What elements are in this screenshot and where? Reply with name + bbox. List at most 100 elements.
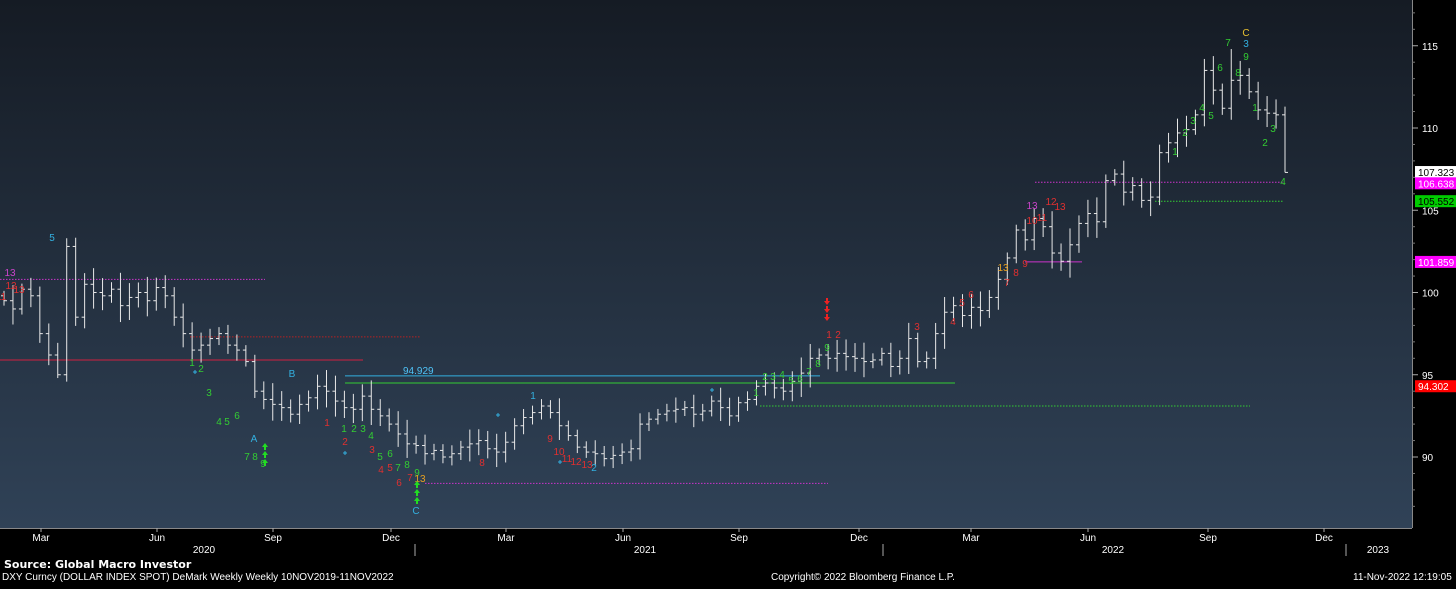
demark-label: 1 xyxy=(324,418,330,429)
demark-label: 3 xyxy=(914,322,920,333)
demark-label: 5 xyxy=(224,417,230,428)
demark-label: C xyxy=(412,506,419,517)
demark-weekly-chart: 111213135123456789AB123456712345678913C8… xyxy=(0,0,1456,556)
demark-label: 13 xyxy=(997,263,1009,274)
demark-label: 6 xyxy=(968,290,974,301)
price-tag-label: 106.638 xyxy=(1418,179,1455,190)
demark-label: 3 xyxy=(360,424,366,435)
demark-label: 11 xyxy=(0,292,7,303)
x-month-label: Sep xyxy=(1199,533,1217,544)
demark-label: 5 xyxy=(788,376,794,387)
y-tick-label: 115 xyxy=(1422,42,1438,53)
demark-label: 8 xyxy=(404,460,410,471)
demark-label: 6 xyxy=(387,449,393,460)
demark-label: 5 xyxy=(959,298,965,309)
x-month-label: Jun xyxy=(149,533,165,544)
demark-label: B xyxy=(289,369,296,380)
demark-label: 1 xyxy=(1252,103,1258,114)
demark-label: 2 xyxy=(1182,128,1188,139)
demark-label: 7 xyxy=(806,367,812,378)
demark-label: 3 xyxy=(1243,39,1249,50)
demark-label: 2 xyxy=(762,372,768,383)
demark-label: 4 xyxy=(1199,103,1205,114)
demark-label: 2 xyxy=(835,330,841,341)
demark-label: 7 xyxy=(1225,38,1231,49)
x-month-label: Jun xyxy=(1080,533,1096,544)
x-year-label: 2020 xyxy=(193,545,216,556)
price-tag-label: 94.302 xyxy=(1418,382,1449,393)
demark-label: 6 xyxy=(396,478,402,489)
x-month-label: Sep xyxy=(730,533,748,544)
demark-label: 4 xyxy=(950,317,956,328)
demark-label: C xyxy=(1242,28,1249,39)
chart-window: 111213135123456789AB123456712345678913C8… xyxy=(0,0,1456,584)
x-axis: Mar Jun Sep Dec Mar Jun Sep Dec Mar Jun Sep Dec 2020… xyxy=(32,528,1390,556)
demark-label: 3 xyxy=(1270,124,1276,135)
demark-label: 9 xyxy=(1243,52,1249,63)
demark-label: 2 xyxy=(198,364,204,375)
demark-label: 1 xyxy=(753,388,759,399)
demark-label: 7 xyxy=(407,473,413,484)
demark-label: 8 xyxy=(252,452,258,463)
y-tick-label: 95 xyxy=(1422,371,1434,382)
demark-label: 6 xyxy=(234,411,240,422)
demark-label: 9 xyxy=(1022,259,1028,270)
demark-label: A xyxy=(251,434,258,445)
copyright: Copyright© 2022 Bloomberg Finance L.P. xyxy=(771,572,955,583)
x-month-label: Dec xyxy=(382,533,400,544)
demark-label: 1 xyxy=(341,424,347,435)
x-month-label: Dec xyxy=(1315,533,1333,544)
ticker-description: DXY Curncy (DOLLAR INDEX SPOT) DeMark We… xyxy=(2,572,394,583)
demark-label: 5 xyxy=(49,233,55,244)
demark-label: 13 xyxy=(13,285,25,296)
demark-label: 6 xyxy=(1217,63,1223,74)
price-tag-label: 105.552 xyxy=(1418,197,1455,208)
demark-label: 2 xyxy=(1262,138,1268,149)
demark-label: 3 xyxy=(369,445,375,456)
demark-label: 8 xyxy=(1013,268,1019,279)
demark-label: 4 xyxy=(378,465,384,476)
demark-label: 6 xyxy=(797,374,803,385)
demark-label: 3 xyxy=(1190,116,1196,127)
demark-label: 3 xyxy=(770,372,776,383)
demark-label: 1 xyxy=(826,330,832,341)
y-tick-label: 90 xyxy=(1422,453,1434,464)
demark-label: 3 xyxy=(206,388,212,399)
demark-label: 4 xyxy=(216,417,222,428)
demark-label: 8 xyxy=(1235,68,1241,79)
demark-label: 7 xyxy=(1004,278,1010,289)
annotation-94929: 94.929 xyxy=(403,366,434,377)
demark-label: 1 xyxy=(1172,147,1178,158)
x-month-label: Sep xyxy=(264,533,282,544)
x-month-label: Mar xyxy=(962,533,980,544)
demark-label: 4 xyxy=(368,431,374,442)
y-tick-label: 100 xyxy=(1422,289,1439,300)
demark-label: 4 xyxy=(1280,177,1286,188)
x-month-label: Dec xyxy=(850,533,868,544)
demark-label: 13 xyxy=(1026,201,1038,212)
x-month-label: Jun xyxy=(615,533,631,544)
demark-label: 9 xyxy=(824,343,830,354)
demark-label: 7 xyxy=(395,463,401,474)
demark-label: 5 xyxy=(387,463,393,474)
source-label: Source: Global Macro Investor xyxy=(4,558,192,571)
demark-label: 7 xyxy=(244,452,250,463)
plot-background xyxy=(0,0,1412,528)
demark-label: 9 xyxy=(547,434,553,445)
y-tick-label: 110 xyxy=(1422,124,1438,135)
demark-label: 13 xyxy=(1054,202,1066,213)
demark-label: 5 xyxy=(377,452,383,463)
x-year-label: 2022 xyxy=(1102,545,1125,556)
x-month-label: Mar xyxy=(32,533,50,544)
demark-label: 11 xyxy=(1037,213,1048,224)
price-tag-label: 101.859 xyxy=(1418,258,1455,269)
demark-label: 12 xyxy=(570,457,582,468)
demark-label: 1 xyxy=(530,391,536,402)
demark-label: 5 xyxy=(1208,111,1214,122)
x-month-label: Mar xyxy=(497,533,515,544)
timestamp: 11-Nov-2022 12:19:05 xyxy=(1353,572,1452,583)
demark-label: 2 xyxy=(591,463,597,474)
demark-label: 2 xyxy=(351,424,357,435)
demark-label: 13 xyxy=(4,268,16,279)
x-year-label: 2021 xyxy=(634,545,657,556)
